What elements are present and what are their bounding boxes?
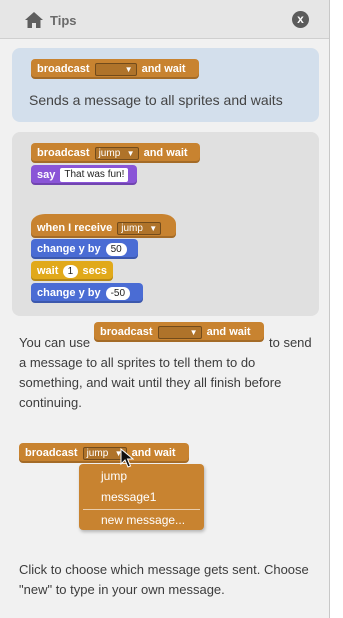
home-icon[interactable] xyxy=(24,11,44,29)
chevron-down-icon: ▼ xyxy=(126,148,135,158)
block-label: and wait xyxy=(143,147,188,159)
broadcast-jump-and-wait-block[interactable]: broadcast jump ▼ and wait xyxy=(31,143,200,163)
chevron-down-icon: ▼ xyxy=(189,327,198,337)
block-label: wait xyxy=(37,265,59,277)
menu-item-new-message[interactable]: new message... xyxy=(101,513,185,527)
inline-broadcast-and-wait-block[interactable]: broadcast ▼ and wait xyxy=(94,322,264,342)
broadcast-and-wait-block[interactable]: broadcast ▼ and wait xyxy=(31,59,199,79)
change-y-value[interactable]: -50 xyxy=(105,286,131,300)
chevron-down-icon: ▼ xyxy=(124,64,133,74)
block-label: broadcast xyxy=(37,63,90,75)
footer-line: "new" to type in your own message. xyxy=(19,582,225,597)
tips-header: Tips x xyxy=(0,0,329,39)
explanation-line: to send xyxy=(269,335,312,350)
explanation-line: You can use xyxy=(19,335,91,350)
block-label: secs xyxy=(82,265,107,277)
say-block[interactable]: say That was fun! xyxy=(31,165,137,185)
block-label: and wait xyxy=(206,326,251,338)
wait-value[interactable]: 1 xyxy=(62,264,79,278)
block-label: broadcast xyxy=(100,326,153,338)
menu-item-jump[interactable]: jump xyxy=(101,469,127,483)
when-i-receive-hat-block[interactable]: when I receive jump ▼ xyxy=(31,214,176,238)
menu-divider xyxy=(83,509,200,510)
mouse-pointer-icon xyxy=(120,448,134,468)
block-label: change y by xyxy=(37,243,101,255)
message-dropdown[interactable]: ▼ xyxy=(94,62,137,76)
menu-item-message1[interactable]: message1 xyxy=(101,490,156,504)
dropdown-value: jump xyxy=(98,147,121,159)
chevron-down-icon: ▼ xyxy=(149,223,158,233)
block-label: change y by xyxy=(37,287,101,299)
explanation-line: continuing. xyxy=(19,395,82,410)
broadcast-menu-demo-block[interactable]: broadcast jump ▼ and wait xyxy=(19,443,189,463)
block-label: say xyxy=(37,169,56,181)
explanation-line: a message to all sprites to tell them to… xyxy=(19,355,256,370)
footer-line: Click to choose which message gets sent.… xyxy=(19,562,309,577)
close-button[interactable]: x xyxy=(292,11,309,28)
block-label: broadcast xyxy=(37,147,90,159)
tips-panel: Tips x broadcast ▼ and wait Sends a mess… xyxy=(0,0,330,618)
close-icon: x xyxy=(297,12,304,26)
block-label: broadcast xyxy=(25,447,78,459)
say-text-input[interactable]: That was fun! xyxy=(60,168,129,182)
block-description: Sends a message to all sprites and waits xyxy=(29,92,283,108)
dropdown-value: jump xyxy=(86,447,109,459)
message-dropdown[interactable]: jump ▼ xyxy=(117,221,162,235)
message-dropdown[interactable]: jump ▼ xyxy=(94,146,139,160)
block-label: and wait xyxy=(141,63,186,75)
wait-block[interactable]: wait 1 secs xyxy=(31,261,113,281)
block-label: and wait xyxy=(131,447,176,459)
change-y-block[interactable]: change y by -50 xyxy=(31,283,143,303)
change-y-value[interactable]: 50 xyxy=(105,242,127,256)
block-label: when I receive xyxy=(37,222,113,234)
explanation-line: something, and wait until they all finis… xyxy=(19,375,282,390)
dropdown-value: jump xyxy=(121,222,143,234)
tips-title: Tips xyxy=(50,13,77,28)
message-dropdown[interactable]: ▼ xyxy=(157,325,202,339)
change-y-block[interactable]: change y by 50 xyxy=(31,239,138,259)
message-dropdown-menu: jump message1 new message... xyxy=(79,464,204,530)
